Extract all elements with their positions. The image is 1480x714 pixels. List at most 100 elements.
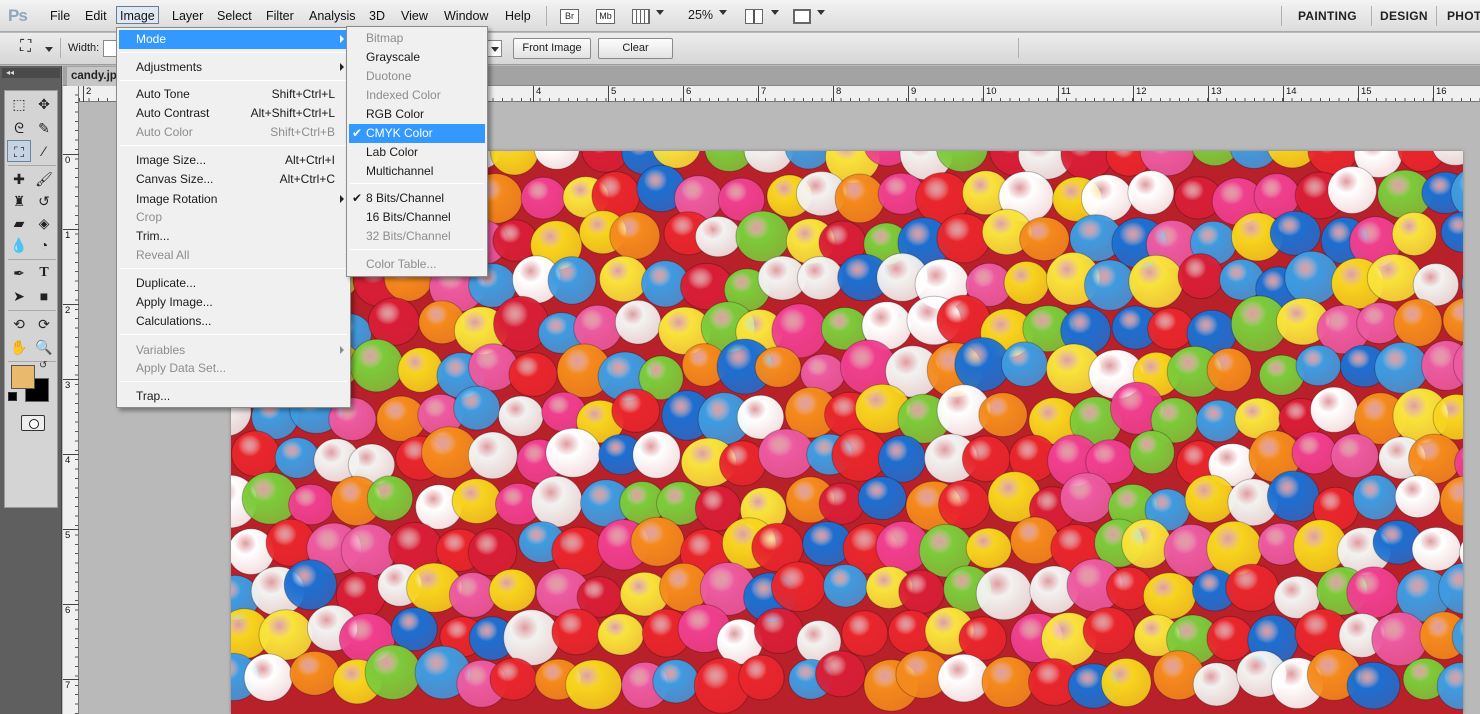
mode-submenu: Bitmap Grayscale Duotone Indexed Color R… (346, 26, 488, 277)
menu-select[interactable]: Select (213, 8, 256, 26)
menu-file[interactable]: File (46, 8, 74, 26)
chevron-down-icon[interactable] (771, 10, 779, 15)
candy-sprinkle (823, 564, 869, 608)
candy-sprinkle (498, 395, 544, 437)
crop-tool-icon[interactable]: ⛶ (7, 140, 31, 162)
tools-panel: ◂◂ ⬚ ✥ ᘓ ✎ ⛶ ⁄ ✚ 🖌 ♜ ↺ ▰ ◈ 💧 ◔ ✒ T ➤ ■ ⟲… (0, 66, 62, 714)
menu-item-auto-tone[interactable]: Auto Tone Shift+Ctrl+L (119, 85, 348, 104)
chevron-down-icon[interactable] (817, 10, 825, 15)
arrange-documents-icon[interactable] (745, 9, 763, 24)
mode-item-multichannel[interactable]: Multichannel (349, 162, 485, 181)
move-tool-icon[interactable]: ✥ (32, 93, 56, 115)
menu-analysis[interactable]: Analysis (305, 8, 360, 26)
candy-sprinkle (349, 338, 404, 393)
menu-item-duplicate[interactable]: Duplicate... (119, 274, 348, 293)
submenu-arrow-icon (340, 346, 344, 354)
candy-sprinkle (834, 173, 885, 224)
mode-item-8-bits[interactable]: ✔ 8 Bits/Channel (349, 189, 485, 208)
menu-help[interactable]: Help (501, 8, 535, 26)
clear-button[interactable]: Clear (598, 38, 673, 59)
menu-item-label: Auto Contrast (136, 106, 210, 120)
menu-edit[interactable]: Edit (81, 8, 111, 26)
chevron-down-icon[interactable] (656, 10, 664, 15)
brush-tool-icon[interactable]: 🖌 (32, 168, 56, 190)
eyedropper-tool-icon[interactable]: ⁄ (32, 140, 56, 162)
zoom-tool-icon[interactable]: 🔍 (32, 336, 56, 358)
menu-item-adjustments[interactable]: Adjustments (119, 58, 348, 77)
pen-tool-icon[interactable]: ✒ (7, 262, 31, 284)
menu-layer[interactable]: Layer (168, 8, 207, 26)
candy-sprinkle (1142, 572, 1197, 620)
candy-sprinkle (1059, 472, 1114, 524)
menu-filter[interactable]: Filter (262, 8, 298, 26)
shape-tool-icon[interactable]: ■ (32, 285, 56, 307)
menu-item-image-size[interactable]: Image Size... Alt+Ctrl+I (119, 151, 348, 170)
lasso-tool-icon[interactable]: ᘓ (7, 117, 31, 139)
marquee-tool-icon[interactable]: ⬚ (7, 93, 31, 115)
workspace-design[interactable]: DESIGN (1380, 9, 1428, 23)
3d-orbit-tool-icon[interactable]: ⟳ (32, 313, 56, 335)
menu-item-calculations[interactable]: Calculations... (119, 312, 348, 331)
spot-healing-tool-icon[interactable]: ✚ (7, 168, 31, 190)
candy-sprinkle (1121, 518, 1172, 569)
candy-sprinkle (1128, 254, 1184, 309)
optbar-separator (60, 38, 61, 58)
eraser-tool-icon[interactable]: ▰ (7, 212, 31, 234)
vertical-ruler[interactable]: 0 1 2 3 4 5 6 7 (63, 86, 79, 714)
menu-item-trim[interactable]: Trim... (119, 227, 348, 246)
menu-window[interactable]: Window (440, 8, 492, 26)
resolution-unit-select[interactable] (487, 40, 502, 57)
menu-item-label: Auto Color (136, 125, 193, 139)
mode-item-grayscale[interactable]: Grayscale (349, 48, 485, 67)
menu-view[interactable]: View (397, 8, 432, 26)
crop-tool-icon[interactable]: ⛶ (20, 38, 31, 56)
swap-colors-icon[interactable]: ↺ (39, 360, 47, 371)
type-tool-icon[interactable]: T (32, 262, 56, 284)
mode-item-rgb-color[interactable]: RGB Color (349, 105, 485, 124)
front-image-button[interactable]: Front Image (513, 38, 591, 59)
menu-item-image-rotation[interactable]: Image Rotation (119, 190, 348, 209)
clone-stamp-tool-icon[interactable]: ♜ (7, 190, 31, 212)
menu-item-canvas-size[interactable]: Canvas Size... Alt+Ctrl+C (119, 170, 348, 189)
menu-item-auto-contrast[interactable]: Auto Contrast Alt+Shift+Ctrl+L (119, 104, 348, 123)
candy-sprinkle (796, 256, 844, 301)
bridge-icon[interactable]: Br (560, 9, 579, 24)
ruler-label: 0 (63, 154, 79, 166)
mode-item-16-bits[interactable]: 16 Bits/Channel (349, 208, 485, 227)
tools-panel-header[interactable]: ◂◂ (2, 68, 60, 78)
blur-tool-icon[interactable]: 💧 (7, 234, 31, 256)
menu-item-mode[interactable]: Mode (119, 30, 348, 49)
menu-image[interactable]: Image (116, 6, 159, 24)
zoom-level[interactable]: 25% (688, 8, 713, 22)
paint-bucket-tool-icon[interactable]: ◈ (32, 212, 56, 234)
menu-item-apply-image[interactable]: Apply Image... (119, 293, 348, 312)
mode-item-cmyk-color[interactable]: ✔ CMYK Color (349, 124, 485, 143)
screen-mode-icon[interactable] (793, 9, 811, 24)
candy-sprinkle (1394, 475, 1441, 519)
history-brush-tool-icon[interactable]: ↺ (32, 190, 56, 212)
candy-sprinkle (771, 561, 826, 613)
hand-tool-icon[interactable]: ✋ (7, 336, 31, 358)
foreground-color-swatch[interactable] (11, 365, 35, 389)
mode-item-lab-color[interactable]: Lab Color (349, 143, 485, 162)
ruler-label: 2 (83, 86, 91, 102)
extras-grid-icon[interactable] (632, 9, 650, 24)
default-colors-icon[interactable] (8, 392, 17, 401)
chevron-down-icon[interactable] (719, 10, 727, 15)
quick-selection-tool-icon[interactable]: ✎ (32, 117, 56, 139)
menu-3d[interactable]: 3D (365, 8, 389, 26)
mini-bridge-icon[interactable]: Mb (596, 9, 615, 24)
menu-item-trap[interactable]: Trap... (119, 387, 348, 406)
quick-mask-icon[interactable] (21, 415, 45, 431)
3d-rotate-tool-icon[interactable]: ⟲ (7, 313, 31, 335)
candy-sprinkle (1439, 475, 1463, 527)
collapse-icon[interactable]: ◂◂ (6, 68, 14, 77)
candy-sprinkle (283, 559, 338, 611)
candy-sprinkle (1100, 657, 1152, 708)
chevron-down-icon[interactable] (45, 47, 53, 52)
workspace-painting[interactable]: PAINTING (1298, 9, 1357, 23)
path-selection-tool-icon[interactable]: ➤ (7, 285, 31, 307)
workspace-photo[interactable]: PHOTO (1447, 9, 1480, 23)
dodge-tool-icon[interactable]: ◔ (32, 234, 56, 256)
submenu-arrow-icon (340, 63, 344, 71)
